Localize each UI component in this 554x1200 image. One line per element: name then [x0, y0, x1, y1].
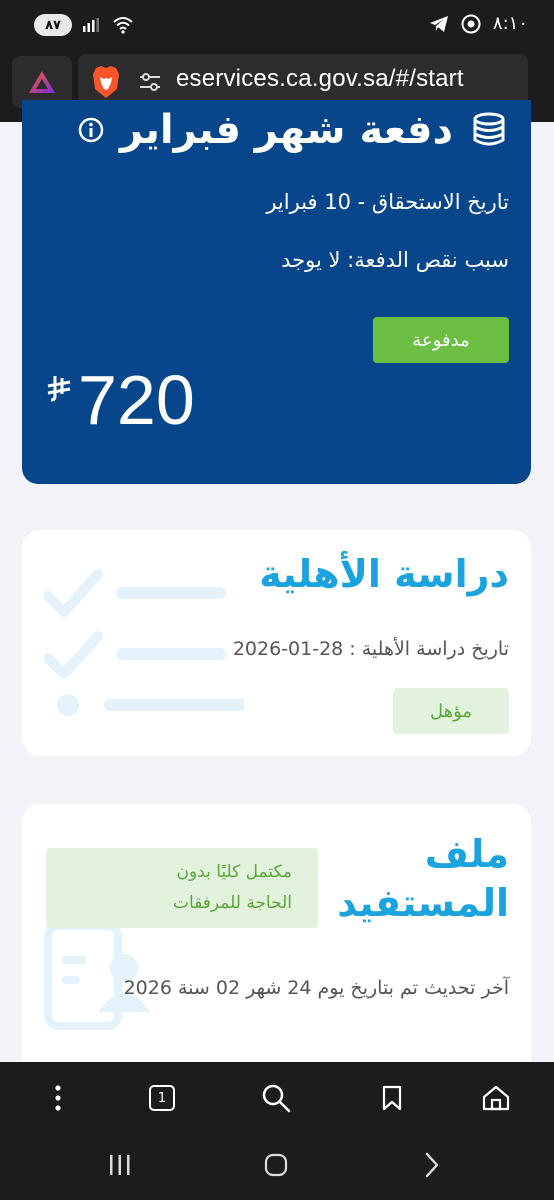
recent-apps-icon	[110, 1155, 130, 1175]
brave-shields-button[interactable]	[88, 64, 124, 100]
home-icon	[482, 1085, 510, 1111]
beneficiary-title-line1: ملف	[424, 832, 509, 876]
info-icon[interactable]	[78, 117, 104, 143]
payment-title: دفعة شهر فبراير	[119, 107, 453, 153]
completion-status-badge: مكتمل كليًا بدون الحاجة للمرفقات	[46, 848, 318, 928]
payment-amount: 720	[78, 361, 195, 439]
beneficiary-title-line2: المستفيد	[337, 881, 509, 926]
brave-rewards-icon	[29, 71, 55, 93]
eligibility-date-text: تاريخ دراسة الأهلية : 28-01-2026	[232, 638, 509, 660]
checklist-illustration-icon	[44, 569, 244, 716]
tab-count: 1	[157, 1090, 167, 1106]
status-bar: ٨٧ ٨:١٠	[0, 0, 554, 48]
battery-indicator: ٨٧	[34, 14, 72, 36]
payment-card: دفعة شهر فبراير تاريخ الاستحقاق - 10 فبر…	[22, 100, 531, 484]
notification-app-icon	[461, 14, 481, 33]
more-vertical-icon	[55, 1085, 61, 1111]
menu-button[interactable]	[38, 1078, 78, 1118]
coins-icon	[473, 112, 505, 146]
beneficiary-file-card[interactable]: ملف المستفيد مكتمل كليًا بدون الحاجة للم…	[22, 804, 531, 1062]
beneficiary-title: ملف المستفيد	[337, 830, 509, 929]
payment-amount-row: 720	[46, 362, 195, 439]
due-date-text: تاريخ الاستحقاق - 10 فبراير	[266, 190, 509, 214]
eligibility-title: دراسة الأهلية	[259, 552, 509, 596]
browser-bottom-toolbar: 1	[0, 1062, 554, 1132]
url-text[interactable]: eservices.ca.gov.sa/#/start	[176, 65, 464, 93]
site-settings-button[interactable]	[136, 68, 164, 96]
wifi-icon	[113, 17, 133, 34]
telegram-icon	[429, 15, 448, 32]
last-update-text: آخر تحديث تم بتاريخ يوم 24 شهر 02 سنة 20…	[123, 977, 509, 999]
back-nav-button[interactable]	[412, 1150, 452, 1180]
chevron-right-icon	[425, 1152, 439, 1178]
home-nav-button[interactable]	[256, 1150, 296, 1180]
eligibility-status-badge: مؤهل	[393, 688, 509, 734]
home-button[interactable]	[476, 1078, 516, 1118]
tune-icon	[140, 73, 160, 91]
shortfall-reason-text: سبب نقص الدفعة: لا يوجد	[281, 248, 509, 272]
search-button[interactable]	[256, 1078, 296, 1118]
completion-line2: الحاجة للمرفقات	[172, 893, 292, 913]
bookmark-button[interactable]	[372, 1078, 412, 1118]
riyal-symbol-icon	[47, 376, 71, 402]
search-icon	[262, 1084, 291, 1113]
tab-count-icon: 1	[149, 1085, 175, 1111]
tabs-button[interactable]: 1	[142, 1078, 182, 1118]
payment-status-badge: مدفوعة	[373, 317, 509, 363]
completion-line1: مكتمل كليًا بدون	[176, 862, 292, 883]
eligibility-card[interactable]: دراسة الأهلية تاريخ دراسة الأهلية : 28-0…	[22, 530, 531, 756]
brave-lion-icon	[93, 66, 119, 98]
home-nav-icon	[264, 1153, 288, 1177]
signal-icon	[83, 18, 99, 32]
system-navigation-bar	[0, 1132, 554, 1200]
payment-title-row: دفعة شهر فبراير	[78, 110, 509, 150]
clock: ٨:١٠	[492, 13, 528, 34]
recent-apps-button[interactable]	[100, 1150, 140, 1180]
bookmark-icon	[382, 1085, 402, 1111]
